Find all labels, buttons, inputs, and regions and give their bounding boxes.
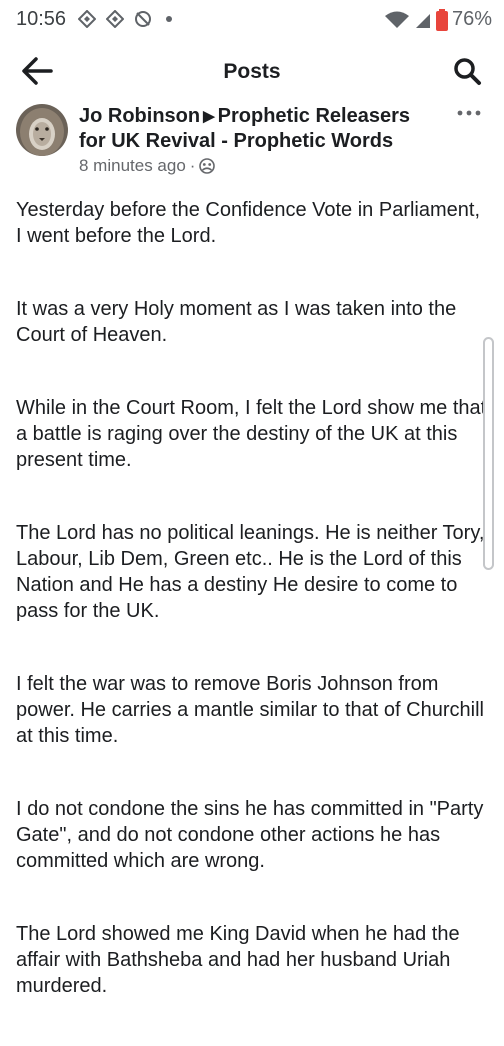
post-meta: 8 minutes ago ·: [79, 156, 216, 176]
app-header: Posts: [0, 44, 504, 100]
no-camera-icon: [135, 11, 151, 27]
more-horizontal-icon[interactable]: [454, 104, 484, 122]
group-audience-icon: [199, 158, 216, 174]
notification-dot-icon: [166, 16, 172, 22]
search-icon[interactable]: [452, 56, 482, 86]
post-paragraph: I do not condone the sins he has committ…: [16, 798, 484, 872]
page-title: Posts: [223, 60, 281, 83]
battery-percent: 76%: [451, 8, 492, 30]
post-paragraph: The Lord has no political leanings. He i…: [16, 522, 485, 622]
author-name[interactable]: Jo Robinson: [79, 105, 200, 127]
scrollbar[interactable]: [483, 337, 494, 570]
signal-app-icon: [78, 10, 96, 28]
post-paragraph: While in the Court Room, I felt the Lord…: [16, 397, 487, 471]
post-time[interactable]: 8 minutes ago: [79, 156, 186, 176]
post-paragraph: Yesterday before the Confidence Vote in …: [16, 199, 481, 247]
post-paragraph: It was a very Holy moment as I was taken…: [16, 298, 457, 346]
post-body: Yesterday before the Confidence Vote in …: [16, 197, 488, 1046]
wifi-icon: [384, 11, 409, 28]
status-time: 10:56: [16, 8, 67, 30]
status-bar: 10:56 76%: [0, 0, 504, 40]
battery-icon: [435, 8, 448, 31]
caret-right-icon: ▶: [203, 108, 215, 125]
post-paragraph: I felt the war was to remove Boris Johns…: [16, 673, 484, 747]
signal-app-icon: [106, 10, 124, 28]
status-right: 76%: [384, 8, 492, 31]
cell-signal-icon: [415, 13, 430, 28]
meta-separator: ·: [189, 156, 196, 175]
post-paragraph: The Lord showed me King David when he ha…: [16, 923, 460, 997]
post-author-line[interactable]: Jo Robinson ▶ Prophetic Releasers for UK R…: [79, 104, 439, 154]
avatar[interactable]: [16, 104, 68, 156]
